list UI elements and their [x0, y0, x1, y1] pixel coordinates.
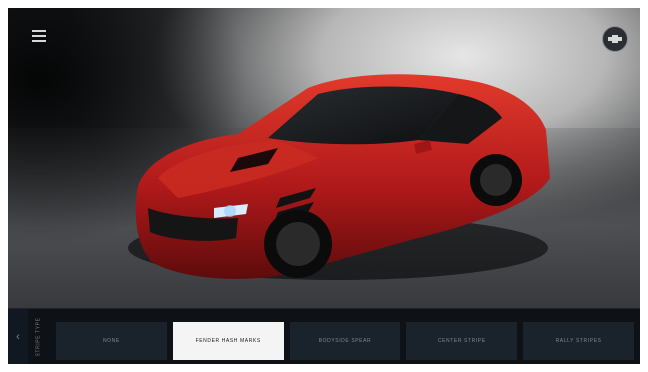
car-render[interactable] [118, 48, 558, 288]
option-label: CENTER STRIPE [437, 338, 486, 344]
headlight-glow [224, 205, 236, 217]
option-rally-stripes[interactable]: RALLY STRIPES [523, 322, 634, 360]
option-none[interactable]: NONE [56, 322, 167, 360]
brand-button[interactable] [602, 26, 628, 52]
option-bodyside-spear[interactable]: BODYSIDE SPEAR [289, 322, 401, 360]
hamburger-menu-icon-bar [32, 40, 46, 42]
option-label: BODYSIDE SPEAR [318, 338, 372, 344]
chevrolet-logo-icon [608, 35, 622, 43]
hamburger-menu-icon [32, 30, 46, 32]
option-bar: ‹ STRIPE TYPE NONE FENDER HASH MARKS BOD… [8, 308, 640, 364]
hamburger-menu-icon-bar [32, 35, 46, 37]
section-label-text: STRIPE TYPE [36, 317, 42, 357]
front-wheel-rim [276, 222, 320, 266]
stripe-options: NONE FENDER HASH MARKS BODYSIDE SPEAR CE… [56, 322, 634, 360]
section-label: STRIPE TYPE [30, 309, 48, 364]
back-button[interactable]: ‹ [8, 309, 28, 364]
garage-scene [8, 8, 640, 308]
option-fender-hash-marks[interactable]: FENDER HASH MARKS [172, 322, 284, 360]
option-label: RALLY STRIPES [555, 338, 602, 344]
menu-button[interactable] [32, 30, 46, 42]
option-center-stripe[interactable]: CENTER STRIPE [406, 322, 518, 360]
rear-wheel-rim [480, 164, 512, 196]
car-configurator-viewport: ‹ STRIPE TYPE NONE FENDER HASH MARKS BOD… [8, 8, 640, 364]
option-label: FENDER HASH MARKS [195, 338, 261, 344]
option-label: NONE [102, 338, 120, 344]
chevron-left-icon: ‹ [16, 331, 20, 343]
